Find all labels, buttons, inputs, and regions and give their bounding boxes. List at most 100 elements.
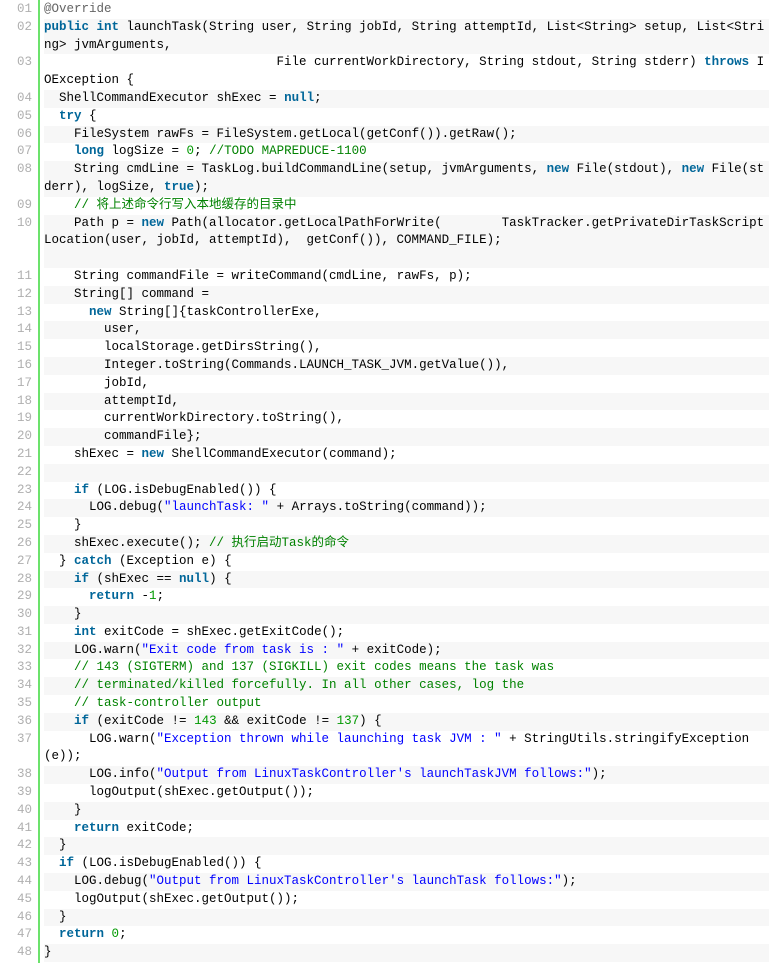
token-kw: new xyxy=(89,305,112,319)
line-number: 41 xyxy=(4,820,32,838)
code-line: } xyxy=(44,944,769,962)
token-str: "Exit code from task is : " xyxy=(142,643,345,657)
token-str: "Output from LinuxTaskController's launc… xyxy=(149,874,562,888)
line-number-wrap xyxy=(4,179,32,197)
token-plain: } xyxy=(44,803,82,817)
token-plain xyxy=(44,856,59,870)
line-number: 47 xyxy=(4,926,32,944)
line-number: 14 xyxy=(4,321,32,339)
token-str: "launchTask: " xyxy=(164,500,269,514)
token-plain: String[]{taskControllerExe, xyxy=(112,305,322,319)
token-kw: try xyxy=(59,109,82,123)
line-number: 36 xyxy=(4,713,32,731)
line-number-wrap xyxy=(4,250,32,268)
token-plain: LOG.warn( xyxy=(44,643,142,657)
line-number: 22 xyxy=(4,464,32,482)
line-number: 35 xyxy=(4,695,32,713)
line-number: 27 xyxy=(4,553,32,571)
token-plain: File(stdout), xyxy=(569,162,682,176)
token-plain xyxy=(44,572,74,586)
token-plain: exitCode; xyxy=(119,821,194,835)
token-kw: int xyxy=(97,20,120,34)
token-plain: && exitCode != xyxy=(217,714,337,728)
line-number: 44 xyxy=(4,873,32,891)
code-line: String[] command = xyxy=(44,286,769,304)
line-number: 17 xyxy=(4,375,32,393)
code-line: String cmdLine = TaskLog.buildCommandLin… xyxy=(44,161,769,197)
code-line: localStorage.getDirsString(), xyxy=(44,339,769,357)
code-line: } xyxy=(44,517,769,535)
code-line: return -1; xyxy=(44,588,769,606)
line-number: 03 xyxy=(4,54,32,72)
code-line: int exitCode = shExec.getExitCode(); xyxy=(44,624,769,642)
line-number: 43 xyxy=(4,855,32,873)
code-block: 0102030405060708091011121314151617181920… xyxy=(0,0,773,963)
token-kw: null xyxy=(284,91,314,105)
token-kw: if xyxy=(74,572,89,586)
token-kw: return xyxy=(59,927,104,941)
token-comm: // 143 (SIGTERM) and 137 (SIGKILL) exit … xyxy=(74,660,554,674)
line-number: 21 xyxy=(4,446,32,464)
token-num: 0 xyxy=(187,144,195,158)
token-plain: ; xyxy=(157,589,165,603)
token-comm: // 将上述命令行写入本地缓存的目录中 xyxy=(74,198,297,212)
code-line: if (exitCode != 143 && exitCode != 137) … xyxy=(44,713,769,731)
token-plain: Integer.toString(Commands.LAUNCH_TASK_JV… xyxy=(44,358,509,372)
code-line: FileSystem rawFs = FileSystem.getLocal(g… xyxy=(44,126,769,144)
token-plain xyxy=(89,20,97,34)
token-kw: public xyxy=(44,20,89,34)
token-plain: ShellCommandExecutor(command); xyxy=(164,447,397,461)
code-line: Path p = new Path(allocator.getLocalPath… xyxy=(44,215,769,268)
code-line: long logSize = 0; //TODO MAPREDUCE-1100 xyxy=(44,143,769,161)
token-kw: long xyxy=(74,144,104,158)
code-line: return 0; xyxy=(44,926,769,944)
token-plain: (LOG.isDebugEnabled()) { xyxy=(74,856,262,870)
line-number: 24 xyxy=(4,499,32,517)
code-line: } xyxy=(44,909,769,927)
token-num: 143 xyxy=(194,714,217,728)
token-kw: int xyxy=(74,625,97,639)
token-plain xyxy=(44,144,74,158)
token-plain: user, xyxy=(44,322,142,336)
line-number: 02 xyxy=(4,19,32,37)
token-plain: String cmdLine = TaskLog.buildCommandLin… xyxy=(44,162,547,176)
token-plain: launchTask(String user, String jobId, St… xyxy=(44,20,764,52)
token-plain: LOG.debug( xyxy=(44,500,164,514)
token-plain: } xyxy=(44,607,82,621)
line-number: 19 xyxy=(4,410,32,428)
line-number: 30 xyxy=(4,606,32,624)
line-number: 25 xyxy=(4,517,32,535)
token-plain: ); xyxy=(194,180,209,194)
code-line: if (shExec == null) { xyxy=(44,571,769,589)
token-plain: ; xyxy=(119,927,127,941)
line-number: 42 xyxy=(4,837,32,855)
code-line xyxy=(44,464,769,482)
token-plain: String commandFile = writeCommand(cmdLin… xyxy=(44,269,472,283)
line-number: 34 xyxy=(4,677,32,695)
line-number: 32 xyxy=(4,642,32,660)
token-comm: // terminated/killed forcefully. In all … xyxy=(74,678,524,692)
token-plain: commandFile}; xyxy=(44,429,202,443)
code-body: @Overridepublic int launchTask(String us… xyxy=(40,0,773,963)
line-number: 15 xyxy=(4,339,32,357)
line-number: 46 xyxy=(4,909,32,927)
code-line: } xyxy=(44,802,769,820)
code-line: shExec.execute(); // 执行启动Task的命令 xyxy=(44,535,769,553)
token-plain: LOG.info( xyxy=(44,767,157,781)
token-plain xyxy=(44,625,74,639)
line-number: 07 xyxy=(4,143,32,161)
token-num: 137 xyxy=(337,714,360,728)
token-plain xyxy=(44,821,74,835)
token-plain: { xyxy=(82,109,97,123)
token-plain xyxy=(44,483,74,497)
token-plain: Path p = xyxy=(44,216,142,230)
token-plain: + Arrays.toString(command)); xyxy=(269,500,487,514)
token-str: "Exception thrown while launching task J… xyxy=(157,732,502,746)
code-line: ShellCommandExecutor shExec = null; xyxy=(44,90,769,108)
token-kw: if xyxy=(74,483,89,497)
token-plain xyxy=(44,678,74,692)
token-kw: catch xyxy=(74,554,112,568)
token-plain: File currentWorkDirectory, String stdout… xyxy=(44,55,704,69)
token-plain xyxy=(44,714,74,728)
code-line: // 143 (SIGTERM) and 137 (SIGKILL) exit … xyxy=(44,659,769,677)
